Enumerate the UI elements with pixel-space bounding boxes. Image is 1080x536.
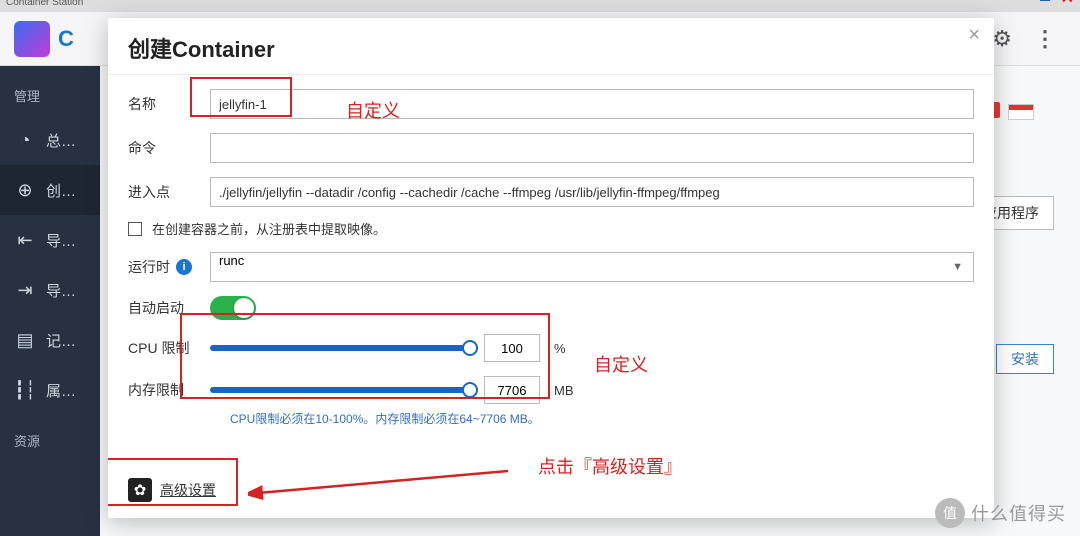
sliders-icon: ┇┆ [14,379,36,401]
autostart-toggle[interactable] [210,296,256,320]
command-input[interactable] [210,133,974,163]
watermark-text: 什么值得买 [971,500,1066,526]
pull-image-checkbox[interactable] [128,222,142,236]
install-button[interactable]: 安装 [996,344,1054,374]
more-icon[interactable]: ⋮ [1034,26,1056,52]
cpu-limit-slider[interactable] [210,336,470,360]
annotation-text-click-adv: 点击『高级设置』 [538,453,682,479]
sidebar-item-logs[interactable]: ▤ 记… [0,315,100,365]
sidebar-item-import[interactable]: ⇤ 导… [0,215,100,265]
modal-body: 名称 命令 进入点 在创建容器之前，从注册表中提取映像。 运行时 i runc … [108,74,994,518]
sidebar-item-label: 总… [46,130,76,151]
close-icon[interactable]: × [968,24,980,47]
autostart-label: 自动启动 [128,298,196,318]
runtime-selected-value: runc [219,253,244,268]
sidebar-item-label: 创… [46,180,76,201]
mem-limit-label: 内存限制 [128,380,196,400]
sidebar-item-export[interactable]: ⇥ 导… [0,265,100,315]
watermark-badge-icon: 值 [935,498,965,528]
advanced-settings-label: 高级设置 [160,480,216,500]
sidebar-item-create[interactable]: ⊕ 创… [0,165,100,215]
app-logo-icon [14,21,50,57]
entrypoint-label: 进入点 [128,182,196,202]
pull-image-label: 在创建容器之前，从注册表中提取映像。 [152,219,386,238]
window-maximize-icon[interactable] [1040,0,1050,1]
info-icon[interactable]: i [176,259,192,275]
cpu-limit-unit: % [554,341,566,356]
sidebar-item-overview[interactable]: ◔ 总… [0,115,100,165]
sidebar-item-label: 属… [46,380,76,401]
sidebar-item-label: 导… [46,230,76,251]
name-label: 名称 [128,94,196,114]
chevron-down-icon: ▼ [952,261,963,273]
cpu-limit-value[interactable]: 100 [484,334,540,362]
runtime-label: 运行时 i [128,257,196,277]
sidebar-item-label: 记… [46,330,76,351]
gear-icon: ✿ [128,478,152,502]
gauge-icon: ◔ [14,129,36,151]
create-container-modal: × 创建Container 名称 命令 进入点 在创建容器之前，从注册表中提取映… [108,18,994,518]
window-title: Container Station [6,0,83,8]
sidebar: 管理 ◔ 总… ⊕ 创… ⇤ 导… ⇥ 导… ▤ 记… ┇┆ 属… 资源 [0,66,100,536]
mem-limit-slider[interactable] [210,378,470,402]
sidebar-category-manage: 管理 [0,76,100,115]
modal-title: 创建Container [108,18,994,74]
import-icon: ⇤ [14,229,36,251]
window-close-icon[interactable]: ✕ [1061,0,1074,8]
command-label: 命令 [128,138,196,158]
cpu-limit-label: CPU 限制 [128,338,196,358]
app-title-fragment: C [58,26,74,52]
export-icon: ⇥ [14,279,36,301]
mem-limit-value[interactable]: 7706 [484,376,540,404]
plus-circle-icon: ⊕ [14,179,36,201]
slider-thumb[interactable] [462,382,478,398]
sidebar-item-label: 导… [46,280,76,301]
document-icon: ▤ [14,329,36,351]
sidebar-item-properties[interactable]: ┇┆ 属… [0,365,100,415]
slider-thumb[interactable] [462,340,478,356]
toggle-knob [234,298,254,318]
entrypoint-input[interactable] [210,177,974,207]
runtime-select[interactable]: runc ▼ [210,252,974,282]
gear-icon[interactable]: ⚙ [992,26,1012,52]
mem-limit-unit: MB [554,383,574,398]
calendar-icon[interactable] [1008,104,1034,120]
os-titlebar: Container Station [0,0,1080,12]
limit-hint: CPU限制必须在10-100%。内存限制必须在64~7706 MB。 [230,410,974,427]
advanced-settings-link[interactable]: ✿ 高级设置 [128,478,216,502]
watermark: 值 什么值得买 [935,498,1066,528]
name-input[interactable] [210,89,974,119]
annotation-arrow [248,463,518,503]
sidebar-category-resources: 资源 [0,421,100,460]
